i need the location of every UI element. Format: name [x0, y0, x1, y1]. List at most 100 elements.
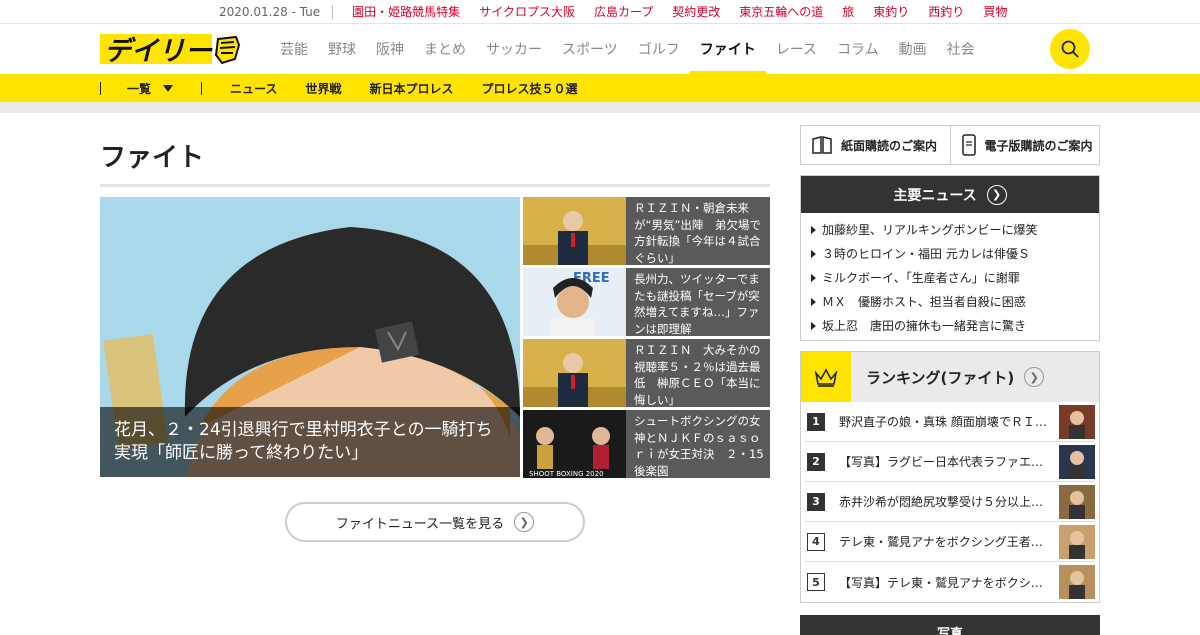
- side-article[interactable]: SHOOT BOXING 2020 シュートボクシングの女神とＮＪＫＦのｓａｓｏｒ…: [523, 410, 770, 478]
- hero-article[interactable]: 花月、２・24引退興行で里村明衣子との一騎打ち実現「師匠に勝って終わりたい」: [100, 197, 520, 477]
- nav-item[interactable]: 社会: [937, 24, 985, 74]
- nav-item[interactable]: ファイト: [689, 24, 766, 74]
- ranking-box: ランキング(ファイト) ❯ 1 野沢直子の娘・真珠 顔面崩壊でＲＩＺＩＮ 2 【写真】…: [800, 351, 1100, 603]
- all-dropdown[interactable]: 一覧: [127, 80, 174, 97]
- nav-item[interactable]: 阪神: [366, 24, 414, 74]
- more-label: ファイトニュース一覧を見る: [335, 516, 505, 532]
- ranking-row[interactable]: 5 【写真】テレ東・鷲見アナをボクシング王者が: [805, 562, 1095, 602]
- rank-number: 4: [807, 532, 825, 551]
- rank-number: 1: [807, 412, 825, 431]
- nav-item[interactable]: 芸能: [270, 24, 318, 74]
- top-link[interactable]: 広島カープ: [594, 3, 653, 20]
- search-icon: [1061, 40, 1079, 58]
- main-news-text: ＭＸ 優勝ホスト、担当者自殺に困惑: [822, 295, 1026, 309]
- main-news-item[interactable]: ミルクボーイ、「生産者さん」に謝罪: [811, 266, 1099, 290]
- photo-section-header[interactable]: 写真: [800, 615, 1100, 635]
- paper-subscription-link[interactable]: 紙面購読のご案内: [801, 126, 950, 164]
- article-headline: ＲＩＺＩＮ 大みそかの視聴率５・２％は過去最低 榊原ＣＥＯ「本当に悔しい」: [634, 343, 761, 407]
- ranking-thumbnail: [1059, 524, 1095, 559]
- main-news-item[interactable]: ＭＸ 優勝ホスト、担当者自殺に困惑: [811, 290, 1099, 314]
- site-header: デイリー 芸能 野球 阪神 まとめ サッカー スポーツ ゴルフ ファイト レース コラム 動画 社会: [0, 24, 1200, 74]
- top-links: 園田・姫路競馬特集 サイクロプス大阪 広島カープ 契約更改 東京五輪への道 旅 東釣り 西釣り…: [352, 3, 1026, 20]
- side-article[interactable]: FREE 長州力、ツイッターでまたも謎投稿「セーブが突然増えてますね…」ファンは即…: [523, 268, 770, 336]
- article-thumbnail: SHOOT BOXING 2020: [523, 410, 626, 478]
- nav-item[interactable]: サッカー: [476, 24, 552, 74]
- chevron-right-icon: ❯: [1024, 367, 1045, 387]
- top-link[interactable]: 東京五輪への道: [739, 3, 823, 20]
- ranking-row[interactable]: 4 テレ東・鷲見アナをボクシング王者が口説く: [805, 522, 1095, 562]
- bullet-triangle-icon: [811, 298, 816, 306]
- article-thumbnail: [523, 339, 626, 407]
- side-article[interactable]: ＲＩＺＩＮ 大みそかの視聴率５・２％は過去最低 榊原ＣＥＯ「本当に悔しい」: [523, 339, 770, 407]
- main-news-text: 加藤紗里、リアルキングボンビーに爆笑: [822, 223, 1038, 237]
- ranking-header[interactable]: ランキング(ファイト) ❯: [801, 352, 1099, 402]
- bullet-triangle-icon: [811, 226, 816, 234]
- subnav-item[interactable]: プロレス技５０選: [481, 80, 577, 97]
- top-link[interactable]: 買物: [983, 3, 1007, 20]
- nav-item[interactable]: ゴルフ: [628, 24, 690, 74]
- article-thumbnail: FREE: [523, 268, 626, 336]
- top-link[interactable]: 園田・姫路競馬特集: [352, 3, 460, 20]
- divider-strip: [0, 102, 1200, 113]
- newspaper-icon: [812, 136, 832, 154]
- rank-number: 5: [807, 573, 825, 591]
- main-news-header[interactable]: 主要ニュース ❯: [801, 176, 1099, 213]
- dropdown-triangle-icon: [163, 84, 174, 92]
- nav-item[interactable]: まとめ: [414, 24, 476, 74]
- ranking-headline: テレ東・鷲見アナをボクシング王者が口説く: [839, 535, 1053, 549]
- bullet-triangle-icon: [811, 250, 816, 258]
- article-headline: シュートボクシングの女神とＮＪＫＦのｓａｓｏｒｉが女王対決 ２・15後楽園: [634, 414, 764, 478]
- ranking-thumbnail: [1059, 565, 1095, 599]
- subscription-box: 紙面購読のご案内 電子版購読のご案内: [800, 125, 1100, 165]
- ranking-row[interactable]: 2 【写真】ラグビー日本代表ラファエレ・ティモシー: [805, 442, 1095, 482]
- article-headline: 長州力、ツイッターでまたも謎投稿「セーブが突然増えてますね…」ファンは即理解: [634, 272, 760, 336]
- bullet-triangle-icon: [811, 274, 816, 282]
- top-link[interactable]: 旅: [842, 3, 854, 20]
- subnav-item[interactable]: 世界戦: [305, 80, 341, 97]
- subnav-item[interactable]: 新日本プロレス: [369, 80, 453, 97]
- main-news-item[interactable]: 坂上忍 唐田の擁休も一緒発言に驚き: [811, 314, 1099, 338]
- main-news-text: ３時のヒロイン・福田 元カレは俳優Ｓ: [822, 247, 1030, 261]
- article-headline: ＲＩＺＩＮ・朝倉未来が“男気”出陣 弟欠場で方針転換「今年は４試合ぐらい」: [634, 201, 761, 265]
- digital-subscription-link[interactable]: 電子版購読のご案内: [949, 126, 1100, 164]
- rank-number: 3: [807, 492, 825, 511]
- nav-item[interactable]: スポーツ: [552, 24, 628, 74]
- main-news-list: 加藤紗里、リアルキングボンビーに爆笑 ３時のヒロイン・福田 元カレは俳優Ｓ ミルクボ…: [801, 213, 1099, 340]
- main-news-text: ミルクボーイ、「生産者さん」に謝罪: [822, 271, 1020, 285]
- ranking-thumbnail: [1059, 484, 1095, 519]
- ranking-thumbnail: [1059, 404, 1095, 439]
- main-news-item[interactable]: ３時のヒロイン・福田 元カレは俳優Ｓ: [811, 242, 1099, 266]
- page-title: ファイト: [100, 143, 205, 173]
- smartphone-icon: [961, 134, 976, 156]
- rank-number: 2: [807, 452, 825, 471]
- right-sidebar: 紙面購読のご案内 電子版購読のご案内 主要ニュース ❯ 加藤紗里、リアルキングボ…: [800, 125, 1100, 635]
- article-thumbnail: [523, 197, 626, 265]
- divider: [100, 81, 101, 95]
- title-rule: [100, 184, 770, 187]
- top-link[interactable]: 西釣り: [928, 3, 964, 20]
- ranking-row[interactable]: 1 野沢直子の娘・真珠 顔面崩壊でＲＩＺＩＮ: [805, 402, 1095, 442]
- nav-item[interactable]: 動画: [889, 24, 937, 74]
- chevron-right-icon: ❯: [986, 184, 1007, 205]
- top-link[interactable]: 契約更改: [672, 3, 720, 20]
- main-content: ファイト 花月、２・24引退興行で里村明衣子との一騎打ち実現「師匠に勝って終わり…: [100, 138, 770, 542]
- subnav-item[interactable]: ニュース: [230, 80, 277, 97]
- site-logo[interactable]: デイリー: [100, 31, 241, 67]
- top-link[interactable]: 東釣り: [873, 3, 909, 20]
- top-link[interactable]: サイクロプス大阪: [479, 3, 575, 20]
- more-fight-news-button[interactable]: ファイトニュース一覧を見る ❯: [285, 502, 585, 542]
- divider: [201, 81, 203, 95]
- digital-label: 電子版購読のご案内: [984, 138, 1093, 153]
- search-button[interactable]: [1050, 29, 1090, 69]
- svg-text:SHOOT BOXING 2020: SHOOT BOXING 2020: [529, 470, 604, 478]
- nav-item[interactable]: 野球: [318, 24, 366, 74]
- chevron-right-icon: ❯: [514, 512, 535, 532]
- ranking-thumbnail: [1059, 444, 1095, 479]
- side-article[interactable]: ＲＩＺＩＮ・朝倉未来が“男気”出陣 弟欠場で方針転換「今年は４試合ぐらい」: [523, 197, 770, 265]
- nav-item[interactable]: コラム: [827, 24, 889, 74]
- main-news-item[interactable]: 加藤紗里、リアルキングボンビーに爆笑: [811, 218, 1099, 242]
- ranking-row[interactable]: 3 赤井沙希が悶絶尻攻撃受け５分以上失神: [805, 482, 1095, 522]
- nav-item[interactable]: レース: [766, 24, 827, 74]
- ranking-headline: 【写真】ラグビー日本代表ラファエレ・ティモシー: [839, 455, 1053, 469]
- bullet-triangle-icon: [811, 322, 816, 330]
